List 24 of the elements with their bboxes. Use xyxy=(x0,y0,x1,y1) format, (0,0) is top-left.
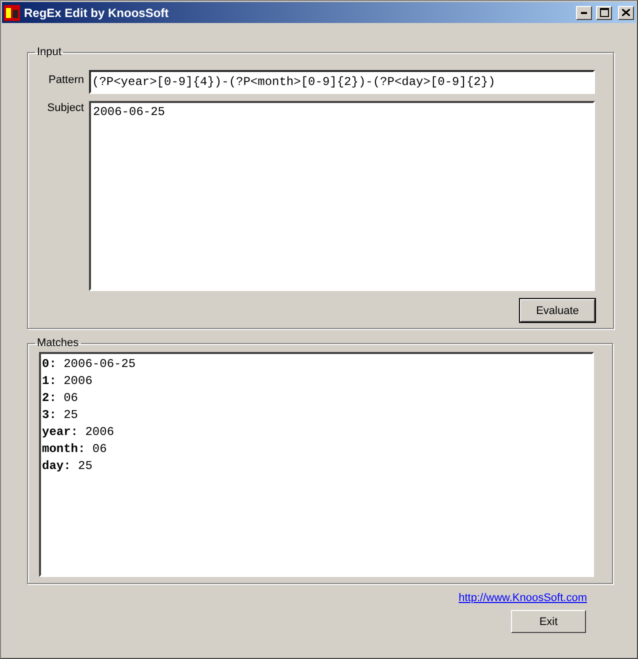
app-icon xyxy=(4,4,20,20)
evaluate-button[interactable]: Evaluate xyxy=(520,299,595,322)
group-label: Matches xyxy=(36,337,80,349)
field-label: Pattern xyxy=(48,73,84,88)
group-label: Input xyxy=(36,46,62,58)
minimize-icon xyxy=(581,12,587,14)
website-link[interactable]: http://www.KnoosSoft.com xyxy=(458,592,587,604)
match-line: 3: 25 xyxy=(42,407,78,424)
maximize-button[interactable] xyxy=(596,6,612,20)
match-line: month: 06 xyxy=(42,441,107,458)
match-line: year: 2006 xyxy=(42,424,114,441)
maximize-icon xyxy=(600,8,608,17)
close-icon xyxy=(622,9,630,16)
match-line: 1: 2006 xyxy=(42,373,92,390)
match-line: 2: 06 xyxy=(42,390,78,407)
match-line: 0: 2006-06-25 xyxy=(42,356,136,373)
exit-button[interactable]: Exit xyxy=(511,610,586,633)
match-line: day: 25 xyxy=(42,458,92,475)
subject-field[interactable]: 2006-06-25 xyxy=(89,101,595,291)
pattern-field[interactable]: (?P<year>[0-9]{4})-(?P<month>[0-9]{2})-(?P<day>[0-9]{2}) xyxy=(89,70,595,94)
field-label: Subject xyxy=(46,101,84,116)
close-button[interactable] xyxy=(618,6,634,20)
minimize-button[interactable] xyxy=(576,6,592,20)
window-title: RegEx Edit by KnoosSoft xyxy=(24,6,170,20)
